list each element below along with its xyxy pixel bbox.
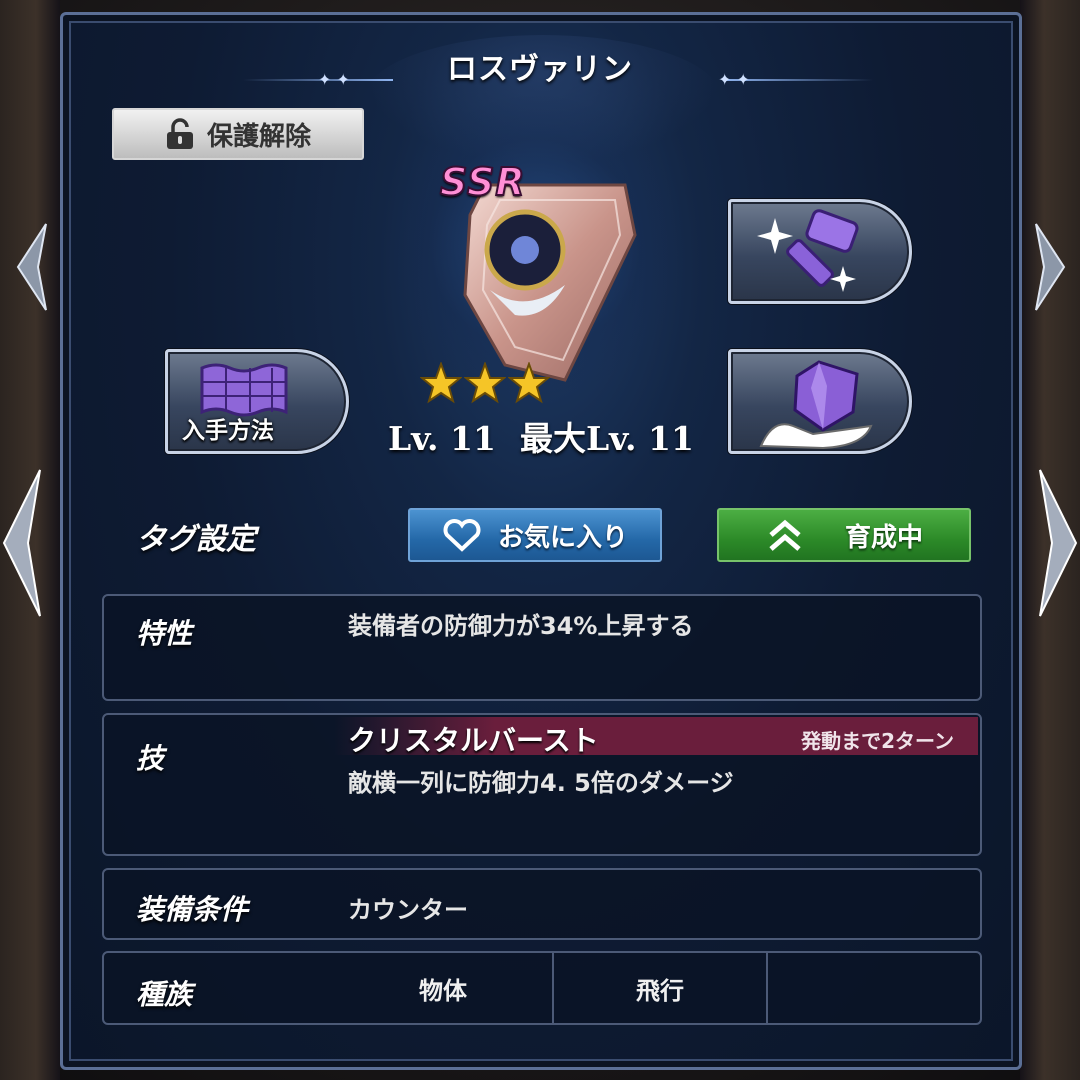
- shield-item-icon: [463, 183, 637, 382]
- hammer-sparkle-icon: [757, 209, 859, 292]
- skill-turns: 発動まで2ターン: [801, 729, 954, 753]
- sparkle-icon: ✦ ✦: [718, 70, 750, 89]
- sell-button[interactable]: [728, 349, 912, 454]
- acquire-method-label: 入手方法: [182, 418, 274, 444]
- skill-text: 敵横一列に防御力4. 5倍のダメージ: [348, 769, 734, 797]
- gem-hand-icon: [759, 360, 873, 450]
- star-icon: [508, 362, 550, 404]
- enhance-button[interactable]: [728, 199, 912, 304]
- trait-text: 装備者の防御力が34%上昇する: [348, 612, 694, 640]
- item-name: ロスヴァリン: [447, 52, 633, 87]
- training-tag-button[interactable]: 育成中: [717, 508, 971, 562]
- prev-top-arrow-icon[interactable]: [14, 222, 48, 312]
- unlock-icon: [166, 118, 193, 149]
- double-chevron-up-icon: [769, 519, 801, 551]
- prev-arrow-icon[interactable]: [0, 468, 42, 618]
- skill-name: クリスタルバースト: [348, 724, 599, 757]
- training-label: 育成中: [844, 522, 923, 553]
- race-label: 種族: [136, 978, 193, 1011]
- rarity-badge: SSR: [439, 159, 526, 205]
- max-level: 最大Lv. 11: [519, 419, 694, 458]
- next-top-arrow-icon[interactable]: [1034, 222, 1068, 312]
- race-value: [768, 953, 980, 1023]
- star-rating: [420, 362, 550, 404]
- sparkle-icon: ✦ ✦: [318, 70, 350, 89]
- skill-panel: クリスタルバースト 発動まで2ターン 技 敵横一列に防御力4. 5倍のダメージ: [102, 713, 982, 856]
- race-value: 飛行: [636, 976, 684, 1005]
- equip-condition-text: カウンター: [348, 896, 468, 924]
- current-level: Lv. 11: [388, 419, 496, 458]
- star-icon: [464, 362, 506, 404]
- unprotect-button[interactable]: 保護解除: [112, 108, 364, 160]
- star-icon: [420, 362, 462, 404]
- heart-icon: [443, 519, 481, 552]
- trait-label: 特性: [136, 617, 193, 650]
- next-arrow-icon[interactable]: [1038, 468, 1080, 618]
- favorite-label: お気に入り: [497, 522, 628, 553]
- race-panel: 種族 物体 飛行: [102, 951, 982, 1025]
- race-value: 物体: [419, 976, 467, 1005]
- level-info: Lv. 11 最大Lv. 11: [388, 412, 694, 460]
- favorite-tag-button[interactable]: お気に入り: [408, 508, 662, 562]
- equip-condition-panel: 装備条件 カウンター: [102, 868, 982, 940]
- unprotect-label: 保護解除: [206, 121, 311, 152]
- tag-settings-label: タグ設定: [136, 522, 256, 557]
- skill-label: 技: [136, 742, 165, 775]
- acquire-method-button[interactable]: 入手方法: [165, 349, 349, 454]
- trait-panel: 特性 装備者の防御力が34%上昇する: [102, 594, 982, 701]
- equip-condition-label: 装備条件: [136, 893, 249, 926]
